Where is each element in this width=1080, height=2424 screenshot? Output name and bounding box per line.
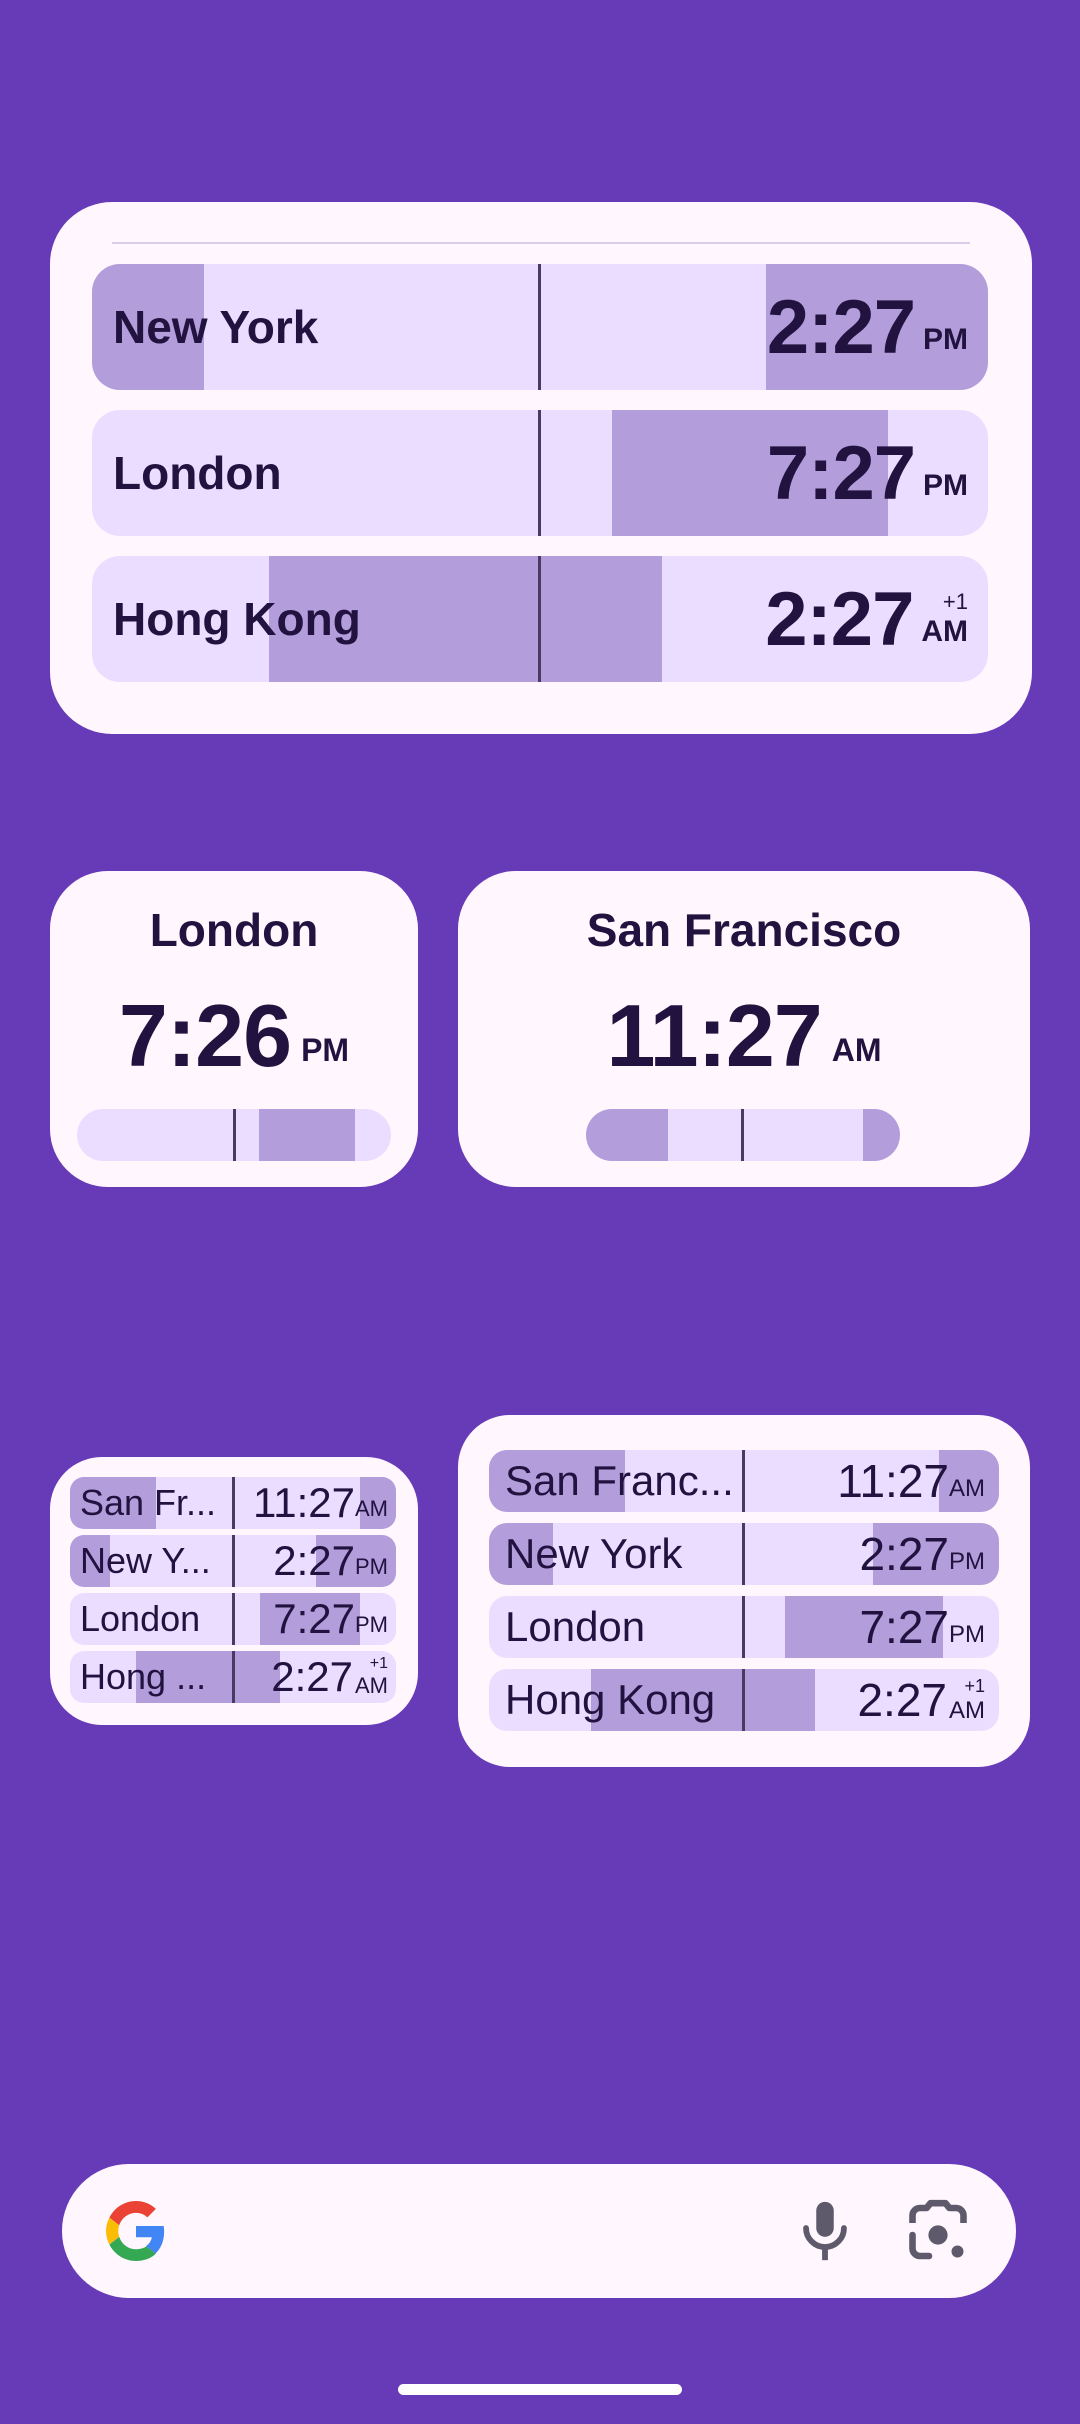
city-name: San Fr... [80, 1482, 217, 1523]
home-gesture-bar[interactable] [398, 2384, 682, 2395]
current-time-marker [233, 1109, 236, 1161]
mic-icon[interactable] [790, 2196, 860, 2266]
scrolled-row-edge [112, 242, 970, 244]
city-name: New Y... [80, 1540, 211, 1581]
city-name: San Franc... [505, 1457, 734, 1504]
city-name: Hong Kong [113, 593, 361, 645]
current-time-marker [742, 1523, 745, 1585]
city-time: 7:27 PM [273, 1595, 388, 1642]
city-time: 11:27 AM [606, 986, 882, 1085]
current-time-marker [232, 1535, 235, 1587]
google-lens-icon[interactable] [902, 2196, 974, 2268]
city-time: 7:27 PM [766, 430, 968, 516]
day-offset: +1 [964, 1675, 985, 1696]
daylight-band [259, 1109, 355, 1161]
city-name: Hong ... [80, 1656, 207, 1697]
daylight-band [863, 1109, 900, 1161]
city-time: 7:26 PM [118, 986, 350, 1085]
daylight-band [586, 1109, 668, 1161]
day-offset: +1 [369, 1655, 388, 1672]
city-time: 2:27 PM [859, 1528, 985, 1580]
clock-row-hong-kong[interactable]: Hong Kong 2:27 +1 AM [92, 556, 988, 682]
clock-row-new-york[interactable]: New York 2:27 PM [92, 264, 988, 390]
city-name: New York [113, 301, 319, 353]
city-name: London [113, 447, 282, 499]
clock-row-new-york[interactable]: New Y... 2:27 PM [70, 1535, 396, 1587]
current-time-marker [741, 1109, 744, 1161]
city-time: 2:27 PM [273, 1537, 388, 1584]
current-time-marker [742, 1450, 745, 1512]
current-time-marker [232, 1477, 235, 1529]
world-clock-widget-small[interactable]: San Fr... 11:27 AM New Y... 2:27 PM Lond… [50, 1457, 418, 1725]
current-time-marker [538, 264, 541, 390]
city-name: Hong Kong [505, 1676, 716, 1723]
clock-row-hong-kong[interactable]: Hong ... 2:27 +1 AM [70, 1651, 396, 1703]
city-time: 2:27 +1 AM [765, 576, 968, 662]
current-time-marker [538, 410, 541, 536]
clock-row-san-francisco[interactable]: San Franc... 11:27 AM [489, 1450, 999, 1512]
day-timeline-bar [586, 1109, 900, 1161]
clock-row-london[interactable]: London 7:27 PM [92, 410, 988, 536]
clock-row-san-francisco[interactable]: San Fr... 11:27 AM [70, 1477, 396, 1529]
city-name: New York [505, 1530, 683, 1577]
city-time: 11:27 AM [253, 1479, 388, 1526]
city-name: London [505, 1603, 646, 1650]
city-time: 2:27 PM [766, 284, 968, 370]
clock-row-new-york[interactable]: New York 2:27 PM [489, 1523, 999, 1585]
current-time-marker [232, 1593, 235, 1645]
current-time-marker [232, 1651, 235, 1703]
city-name: London [149, 904, 319, 956]
current-time-marker [742, 1596, 745, 1658]
clock-widget-san-francisco[interactable]: San Francisco 11:27 AM [458, 871, 1030, 1187]
city-time: 7:27 PM [859, 1601, 985, 1653]
city-name: San Francisco [586, 904, 902, 956]
city-time: 11:27 AM [837, 1455, 985, 1507]
clock-row-london[interactable]: London 7:27 PM [70, 1593, 396, 1645]
day-offset: +1 [942, 589, 968, 614]
day-timeline-bar [77, 1109, 391, 1161]
current-time-marker [538, 556, 541, 682]
city-time: 2:27 +1 AM [271, 1653, 388, 1700]
clock-widget-london[interactable]: London 7:26 PM [50, 871, 418, 1187]
city-name: London [80, 1598, 201, 1639]
world-clock-widget-medium[interactable]: San Franc... 11:27 AM New York 2:27 PM L… [458, 1415, 1030, 1767]
google-search-bar[interactable] [62, 2164, 1016, 2298]
city-time: 2:27 +1 AM [857, 1674, 985, 1726]
google-g-icon [106, 2201, 165, 2261]
current-time-marker [742, 1669, 745, 1731]
clock-row-hong-kong[interactable]: Hong Kong 2:27 +1 AM [489, 1669, 999, 1731]
world-clock-widget-large[interactable]: New York 2:27 PM London 7:27 PM Hong Kon… [50, 202, 1032, 734]
clock-row-london[interactable]: London 7:27 PM [489, 1596, 999, 1658]
